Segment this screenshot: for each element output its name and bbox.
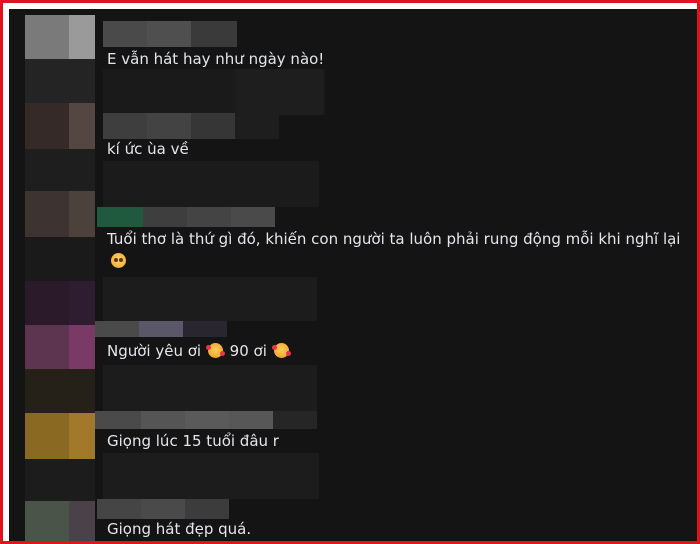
avatar (25, 103, 69, 149)
avatar (25, 413, 69, 459)
blurred-username (185, 411, 229, 429)
avatar-pixel (69, 501, 95, 541)
blurred-username (141, 411, 185, 429)
blurred-username (185, 499, 229, 519)
comment-text: Giọng lúc 15 tuổi đâu r (107, 432, 279, 450)
avatar-pixel (25, 149, 95, 191)
avatar-pixel (69, 325, 95, 369)
blurred-username (95, 411, 141, 429)
blurred-username (235, 113, 279, 139)
avatar-pixel (25, 237, 95, 281)
avatar-pixel (69, 191, 95, 237)
avatar-pixel (25, 459, 95, 501)
comment-text: Người yêu ơi 90 ơi (107, 341, 291, 361)
comment-text: Giọng hát đẹp quá. (107, 520, 252, 538)
blurred-username (147, 113, 191, 139)
blurred-region (235, 69, 323, 115)
blurred-username (229, 411, 273, 429)
blurred-username (147, 21, 191, 47)
avatar-pixel (25, 59, 95, 103)
blurred-username (97, 499, 141, 519)
flushed-smiling-face-icon (111, 253, 126, 268)
blurred-username (183, 321, 227, 337)
comment-text: Tuổi thơ là thứ gì đó, khiến con người t… (107, 230, 681, 248)
blurred-region (103, 161, 319, 207)
blurred-region (103, 453, 319, 499)
avatar (25, 325, 69, 369)
blurred-username (97, 207, 143, 227)
avatar-pixel (69, 413, 95, 459)
avatar (25, 281, 69, 325)
avatar-pixel (69, 15, 95, 59)
avatar (25, 191, 69, 237)
blurred-username (191, 21, 237, 47)
screenshot-frame: E vẫn hát hay như ngày nào! kí ức ùa về … (0, 0, 700, 544)
blurred-region (103, 277, 317, 321)
blurred-username (143, 207, 187, 227)
avatar (25, 15, 69, 59)
blurred-username (95, 321, 139, 337)
blurred-username (141, 499, 185, 519)
comments-panel: E vẫn hát hay như ngày nào! kí ức ùa về … (9, 9, 697, 541)
avatar-pixel (25, 369, 95, 413)
blurred-username (273, 411, 317, 429)
blurred-username (231, 207, 275, 227)
comment-text: kí ức ùa về (107, 140, 189, 158)
avatar-pixel (69, 103, 95, 149)
smiling-face-with-hearts-icon (271, 343, 291, 358)
comment-text-part: Người yêu ơi (107, 342, 202, 360)
smiling-face-with-hearts-icon (205, 343, 225, 358)
blurred-region (103, 365, 317, 411)
blurred-username (139, 321, 183, 337)
comment-text-part: 90 ơi (229, 342, 267, 360)
comment-text: E vẫn hát hay như ngày nào! (107, 50, 325, 68)
blurred-username (187, 207, 231, 227)
blurred-username (103, 113, 147, 139)
avatar (25, 501, 69, 541)
blurred-username (103, 21, 147, 47)
blurred-username (191, 113, 235, 139)
comment-emoji-line (109, 251, 128, 271)
avatar-pixel (69, 281, 95, 325)
